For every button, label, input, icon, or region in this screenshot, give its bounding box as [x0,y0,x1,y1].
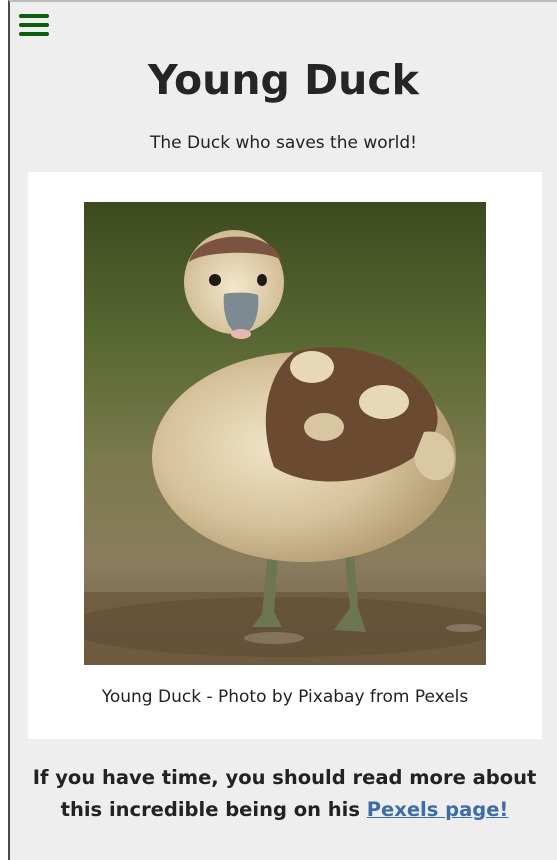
page-title: Young Duck [148,56,419,104]
photo-card: Young Duck - Photo by Pixabay from Pexel… [28,172,542,739]
page-subtitle: The Duck who saves the world! [150,133,417,153]
duckling-photo [84,202,486,665]
page: Young Duck The Duck who saves the world! [8,0,557,860]
menu-bar-middle [19,23,49,27]
outro-text: If you have time, you should read more a… [26,762,543,826]
photo-caption: Young Duck - Photo by Pixabay from Pexel… [101,687,469,707]
menu-bar-top [19,14,49,18]
pexels-link[interactable]: Pexels page! [367,798,509,821]
menu-bar-bottom [19,32,49,36]
hamburger-menu-icon[interactable] [19,12,49,38]
